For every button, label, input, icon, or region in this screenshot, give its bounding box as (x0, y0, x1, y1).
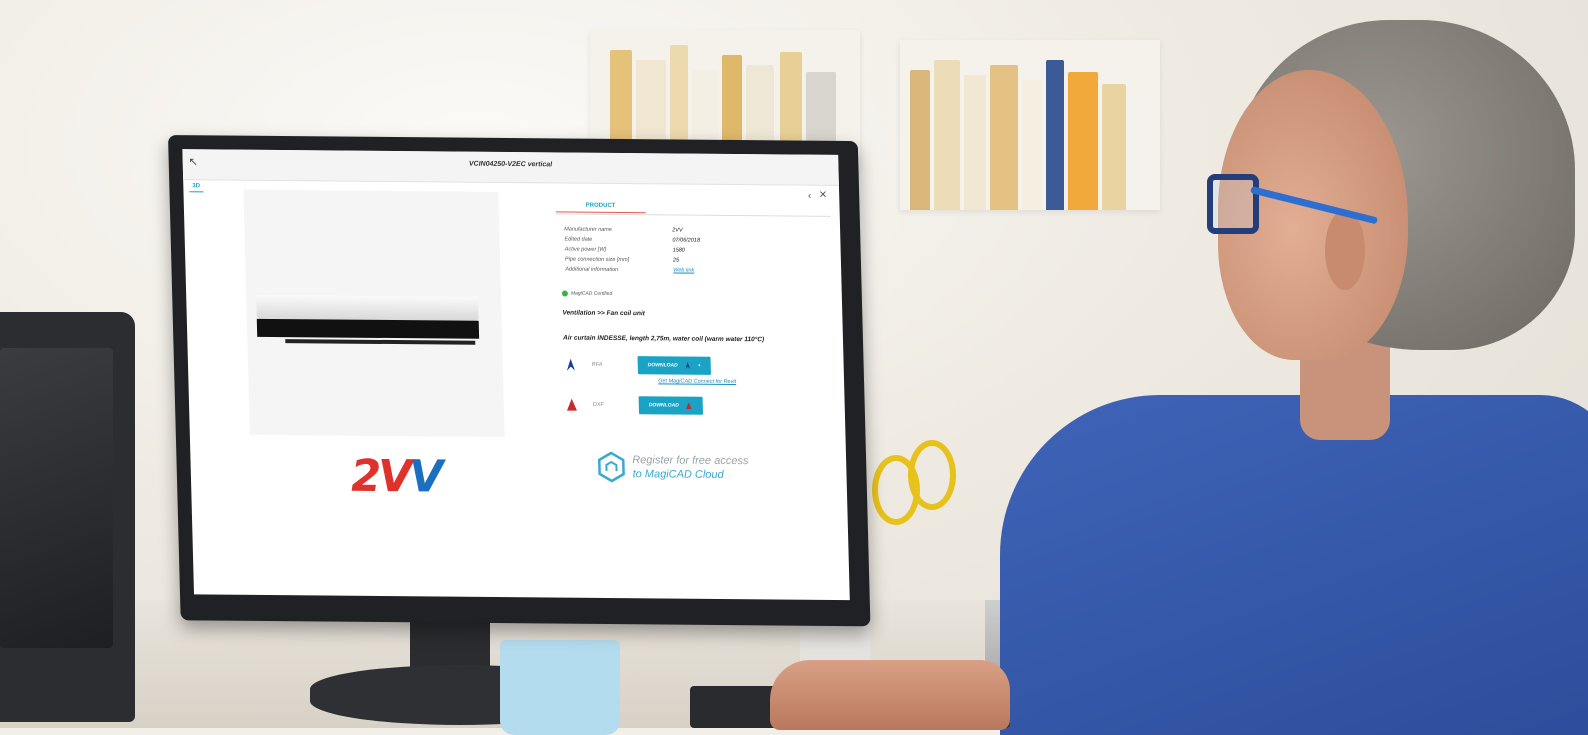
register-line-1: Register for free access (632, 454, 749, 468)
monitor-screen: ↖ VCIN04250-V2EC vertical 3D ‹ ✕ PRODUCT… (182, 149, 850, 601)
download-button-rfa[interactable]: DOWNLOAD + (637, 356, 711, 375)
register-line-2: to MagiCAD Cloud (632, 468, 724, 481)
autocad-icon (686, 402, 692, 410)
revit-icon (685, 362, 691, 370)
get-magicad-connect-link[interactable]: Get MagiCAD Connect for Revit (658, 378, 736, 385)
window-titlebar: ↖ VCIN04250-V2EC vertical (182, 149, 839, 186)
property-value: 07/06/2018 (672, 237, 701, 244)
blue-mug (500, 640, 620, 735)
person-torso (1000, 395, 1588, 735)
download-label: DOWNLOAD (648, 402, 679, 409)
product-properties: Manufacturer name 2VV Edited date 07/06/… (564, 224, 701, 275)
3d-viewer[interactable] (243, 189, 505, 438)
share-icon[interactable]: ‹ (808, 191, 812, 202)
monitor: ↖ VCIN04250-V2EC vertical 3D ‹ ✕ PRODUCT… (168, 135, 871, 627)
dropdown-plus-icon: + (697, 362, 701, 369)
magicad-cloud-icon (597, 451, 625, 483)
certified-dot-icon (561, 290, 569, 297)
certified-label: MagiCAD Certified (570, 290, 613, 297)
web-link[interactable]: Web link (673, 265, 694, 275)
tab-3d[interactable]: 3D (189, 183, 204, 193)
download-row-dxf: DXF DOWNLOAD (565, 396, 704, 415)
laptop-screen (0, 348, 113, 648)
window-title: VCIN04250-V2EC vertical (468, 160, 553, 169)
property-row: Additional information Web link (565, 265, 701, 276)
property-value: 1580 (672, 247, 686, 254)
laptop (0, 312, 135, 722)
format-label: RFA (591, 361, 603, 368)
product-category: Ventilation >> Fan coil unit (562, 309, 645, 318)
certified-badge: MagiCAD Certified (561, 290, 613, 297)
tab-divider (555, 213, 831, 217)
property-label: Additional information (565, 266, 619, 273)
close-icon[interactable]: ✕ (819, 190, 828, 201)
air-curtain-model (256, 294, 480, 355)
autocad-icon (566, 398, 577, 411)
property-value: 2VV (672, 227, 683, 234)
download-row-rfa: RFA DOWNLOAD + (564, 356, 711, 375)
download-label: DOWNLOAD (647, 362, 678, 369)
product-description: Air curtain INDESSE, length 2,75m, water… (562, 334, 765, 344)
property-value: 25 (672, 257, 680, 264)
bookshelf-right (900, 40, 1160, 210)
download-button-dxf[interactable]: DOWNLOAD (638, 396, 704, 415)
register-cta[interactable]: Register for free access to MagiCAD Clou… (596, 451, 749, 484)
eyeglasses (1205, 170, 1385, 234)
person-hand (770, 660, 1010, 730)
revit-icon (566, 358, 575, 371)
brand-logo: 2VV (350, 450, 442, 503)
scissors-handle (908, 440, 956, 510)
format-label: DXF (592, 401, 604, 408)
tab-product[interactable]: PRODUCT (555, 202, 646, 214)
